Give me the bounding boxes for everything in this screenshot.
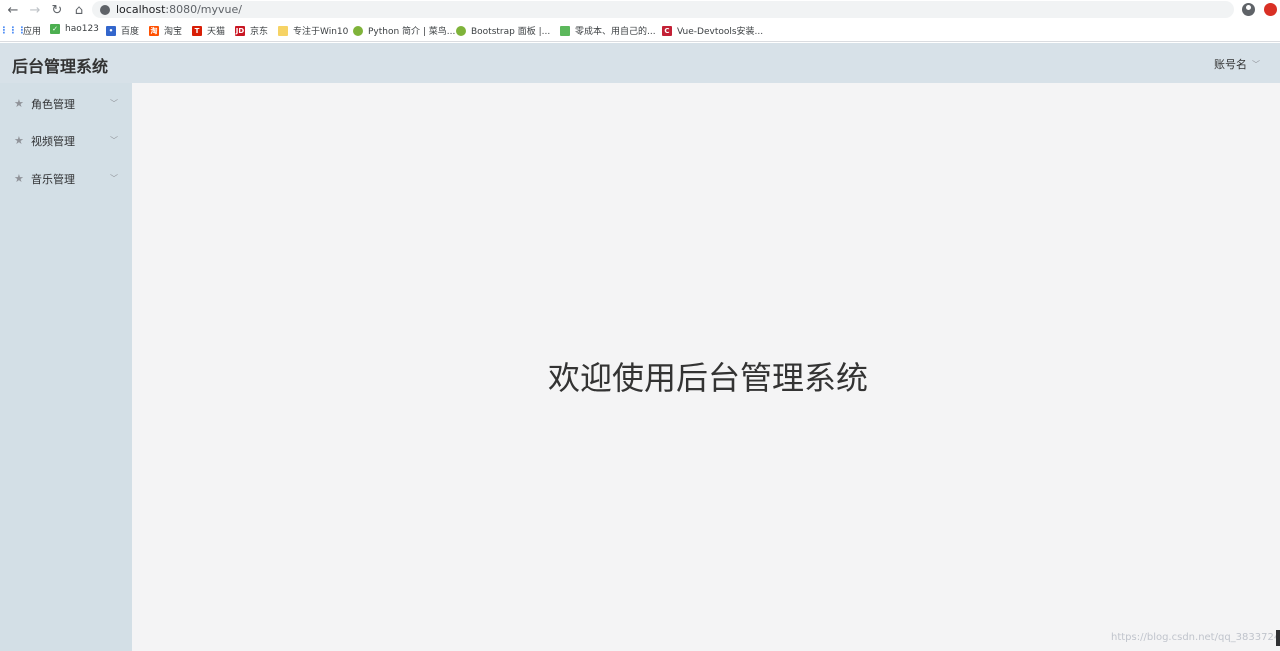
apps-icon: ⋮⋮⋮ xyxy=(0,25,27,36)
account-name: 账号名 xyxy=(1214,58,1247,71)
star-icon: ★ xyxy=(14,97,24,110)
jd-icon: JD xyxy=(235,25,245,36)
bookmark-taobao[interactable]: 淘 淘宝 xyxy=(149,24,182,37)
runoob-icon xyxy=(353,25,363,36)
star-icon: ★ xyxy=(14,134,24,147)
bookmark-zero-cost[interactable]: 零成本、用自己的... xyxy=(560,24,656,37)
bookmark-label: 天猫 xyxy=(207,27,226,37)
bookmark-label: hao123 xyxy=(65,24,99,34)
bookmark-label: 零成本、用自己的... xyxy=(575,27,656,37)
bookmark-label: Vue-Devtools安装... xyxy=(677,27,764,37)
back-icon[interactable]: ← xyxy=(4,1,22,19)
url-path: :8080/myvue/ xyxy=(165,3,242,16)
forward-icon[interactable]: → xyxy=(26,1,44,19)
bookmark-label: Python 简介 | 菜鸟... xyxy=(368,27,456,37)
bookmark-label: 京东 xyxy=(250,27,269,37)
corner-mark xyxy=(1276,630,1280,646)
sidebar-item-label: 角色管理 xyxy=(31,97,75,111)
reload-icon[interactable]: ↻ xyxy=(48,1,66,19)
folder-icon xyxy=(278,25,288,36)
site-info-icon[interactable] xyxy=(100,4,110,15)
baidu-icon: • xyxy=(106,25,116,36)
welcome-message: 欢迎使用后台管理系统 xyxy=(547,359,868,397)
bookmark-win10[interactable]: 专注于Win10 xyxy=(278,24,348,37)
star-icon: ★ xyxy=(14,172,24,185)
home-icon[interactable]: ⌂ xyxy=(70,1,88,19)
bookmark-baidu[interactable]: • 百度 xyxy=(106,24,139,37)
site-icon xyxy=(560,25,570,36)
sidebar-item-music-management[interactable]: ★ 音乐管理 ﹀ xyxy=(0,160,132,197)
chevron-down-icon: ﹀ xyxy=(110,174,118,183)
watermark: https://blog.csdn.net/qq_38337245 xyxy=(1111,632,1280,643)
account-dropdown[interactable]: 账号名 ﹀ xyxy=(1214,56,1260,72)
app-title: 后台管理系统 xyxy=(12,57,109,76)
csdn-icon: C xyxy=(662,25,672,36)
browser-toolbar: ← → ↻ ⌂ localhost :8080/myvue/ xyxy=(0,0,1280,20)
bookmark-label: 淘宝 xyxy=(164,27,183,37)
bookmark-hao123[interactable]: ✓ hao123 xyxy=(50,24,99,34)
bookmark-tmall[interactable]: T 天猫 xyxy=(192,24,225,37)
bookmark-label: 百度 xyxy=(121,27,140,37)
sidebar-item-label: 音乐管理 xyxy=(31,172,75,186)
sidebar-item-label: 视频管理 xyxy=(31,134,75,148)
bookmark-label: 应用 xyxy=(23,27,42,37)
address-bar[interactable]: localhost :8080/myvue/ xyxy=(92,1,1234,18)
sidebar-item-video-management[interactable]: ★ 视频管理 ﹀ xyxy=(0,122,132,159)
sidebar-item-role-management[interactable]: ★ 角色管理 ﹀ xyxy=(0,85,132,122)
chevron-down-icon: ﹀ xyxy=(110,136,118,145)
chevron-down-icon: ﹀ xyxy=(1252,59,1260,69)
bookmarks-bar: ⋮⋮⋮ 应用 ✓ hao123 • 百度 淘 淘宝 T 天猫 JD 京东 专注于… xyxy=(0,20,1280,42)
bookmark-label: Bootstrap 面板 |... xyxy=(471,27,551,37)
bookmark-bootstrap[interactable]: Bootstrap 面板 |... xyxy=(456,24,550,37)
extension-icon[interactable] xyxy=(1264,3,1277,16)
bookmark-apps[interactable]: ⋮⋮⋮ 应用 xyxy=(0,24,42,38)
bookmark-jd[interactable]: JD 京东 xyxy=(235,24,268,37)
url-host: localhost xyxy=(116,3,166,16)
chevron-down-icon: ﹀ xyxy=(110,99,118,108)
profile-icon[interactable] xyxy=(1242,3,1255,16)
bookmark-vue-devtools[interactable]: C Vue-Devtools安装... xyxy=(662,24,763,37)
app-header: 后台管理系统 账号名 ﹀ xyxy=(0,43,1280,83)
tmall-icon: T xyxy=(192,25,202,36)
sidebar: ★ 角色管理 ﹀ ★ 视频管理 ﹀ ★ 音乐管理 ﹀ xyxy=(0,83,132,651)
taobao-icon: 淘 xyxy=(149,25,159,36)
runoob-icon xyxy=(456,25,466,36)
hao123-icon: ✓ xyxy=(50,24,60,34)
bookmark-label: 专注于Win10 xyxy=(293,27,349,37)
bookmark-python[interactable]: Python 简介 | 菜鸟... xyxy=(353,24,455,37)
main-content: 欢迎使用后台管理系统 xyxy=(132,83,1280,651)
